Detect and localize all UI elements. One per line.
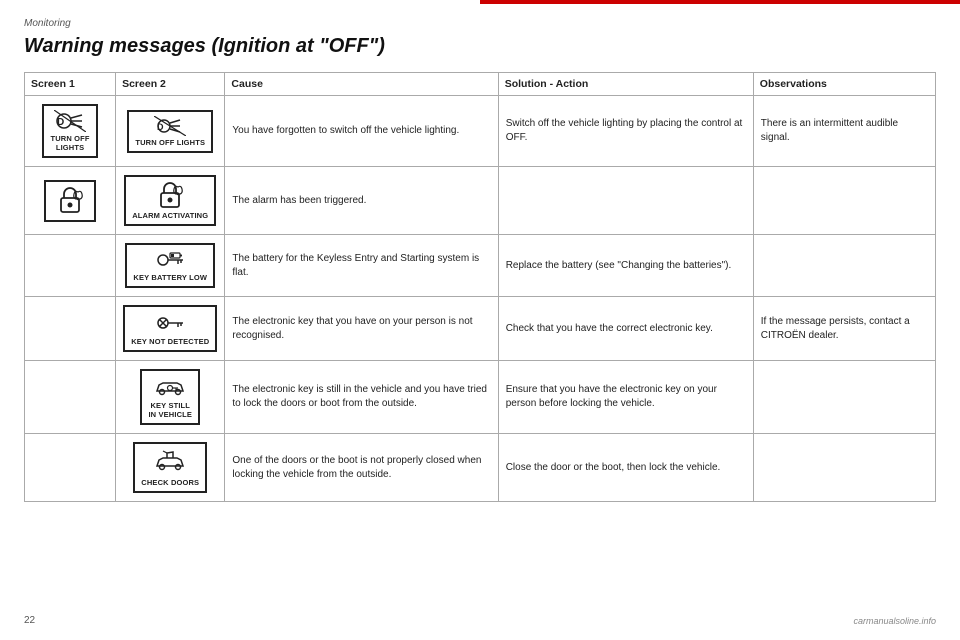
check-doors-label: CHECK DOORS	[141, 478, 199, 487]
page-number: 22	[24, 615, 35, 626]
top-bar	[480, 0, 960, 4]
table-row: KEY NOT DETECTED The electronic key that…	[25, 297, 936, 361]
observation-cell	[753, 235, 935, 297]
solution-cell: Switch off the vehicle lighting by placi…	[498, 96, 753, 167]
solution-cell: Ensure that you have the electronic key …	[498, 361, 753, 434]
observation-cell	[753, 361, 935, 434]
observation-cell: There is an intermittent audible signal.	[753, 96, 935, 167]
key-still-in-vehicle-label: KEY STILLIN VEHICLE	[148, 401, 192, 419]
cause-cell: The alarm has been triggered.	[225, 167, 498, 235]
table-row: KEY BATTERY LOW The battery for the Keyl…	[25, 235, 936, 297]
key-not-detected-icon: KEY NOT DETECTED	[123, 305, 217, 352]
table-row: D TURN OFFLIGHTS D TURN O	[25, 96, 936, 167]
solution-cell: Close the door or the boot, then lock th…	[498, 434, 753, 502]
warning-table: Screen 1 Screen 2 Cause Solution - Actio…	[24, 72, 936, 502]
turn-off-label: TURN OFFLIGHTS	[50, 134, 89, 152]
table-row: ALARM ACTIVATING The alarm has been trig…	[25, 167, 936, 235]
screen2-icon-cell: D TURN OFF LIGHTS	[116, 96, 225, 167]
key-still-in-vehicle-icon: KEY STILLIN VEHICLE	[140, 369, 200, 425]
turn-off-icon: D TURN OFFLIGHTS	[42, 104, 97, 158]
screen2-keynotdetected-cell: KEY NOT DETECTED	[116, 297, 225, 361]
screen2-checkdoors-cell: CHECK DOORS	[116, 434, 225, 502]
screen1-alarm-cell	[25, 167, 116, 235]
svg-text:D: D	[157, 122, 164, 132]
cause-cell: You have forgotten to switch off the veh…	[225, 96, 498, 167]
key-battery-low-icon: KEY BATTERY LOW	[125, 243, 215, 288]
alarm-activating-icon: ALARM ACTIVATING	[124, 175, 216, 226]
table-row: CHECK DOORS One of the doors or the boot…	[25, 434, 936, 502]
check-doors-icon: CHECK DOORS	[133, 442, 207, 493]
turn-off-lights-label: TURN OFF LIGHTS	[135, 138, 205, 147]
col-header-observations: Observations	[753, 73, 935, 96]
screen1-empty-cell	[25, 434, 116, 502]
screen1-empty-cell	[25, 297, 116, 361]
cause-cell: The battery for the Keyless Entry and St…	[225, 235, 498, 297]
col-header-solution: Solution - Action	[498, 73, 753, 96]
section-label: Monitoring	[24, 18, 936, 29]
solution-cell: Check that you have the correct electron…	[498, 297, 753, 361]
key-battery-low-label: KEY BATTERY LOW	[133, 273, 207, 282]
solution-cell: Replace the battery (see "Changing the b…	[498, 235, 753, 297]
key-not-detected-label: KEY NOT DETECTED	[131, 337, 209, 346]
col-header-cause: Cause	[225, 73, 498, 96]
col-header-screen2: Screen 2	[116, 73, 225, 96]
screen2-alarm-cell: ALARM ACTIVATING	[116, 167, 225, 235]
cause-cell: The electronic key is still in the vehic…	[225, 361, 498, 434]
observation-cell: If the message persists, contact a CITRO…	[753, 297, 935, 361]
turn-off-lights-icon: D TURN OFF LIGHTS	[127, 110, 213, 153]
screen1-empty-cell	[25, 361, 116, 434]
cause-cell: The electronic key that you have on your…	[225, 297, 498, 361]
observation-cell	[753, 434, 935, 502]
col-header-screen1: Screen 1	[25, 73, 116, 96]
screen1-icon-cell: D TURN OFFLIGHTS	[25, 96, 116, 167]
page-title: Warning messages (Ignition at "OFF")	[24, 35, 936, 58]
screen1-empty-cell	[25, 235, 116, 297]
svg-text:D: D	[57, 117, 64, 128]
alarm-screen1-icon	[44, 180, 96, 222]
screen2-keystill-cell: KEY STILLIN VEHICLE	[116, 361, 225, 434]
table-row: KEY STILLIN VEHICLE The electronic key i…	[25, 361, 936, 434]
cause-cell: One of the doors or the boot is not prop…	[225, 434, 498, 502]
alarm-activating-label: ALARM ACTIVATING	[132, 211, 208, 220]
source-label: carmanualsoline.info	[853, 616, 936, 626]
solution-cell	[498, 167, 753, 235]
observation-cell	[753, 167, 935, 235]
screen2-keybattery-cell: KEY BATTERY LOW	[116, 235, 225, 297]
